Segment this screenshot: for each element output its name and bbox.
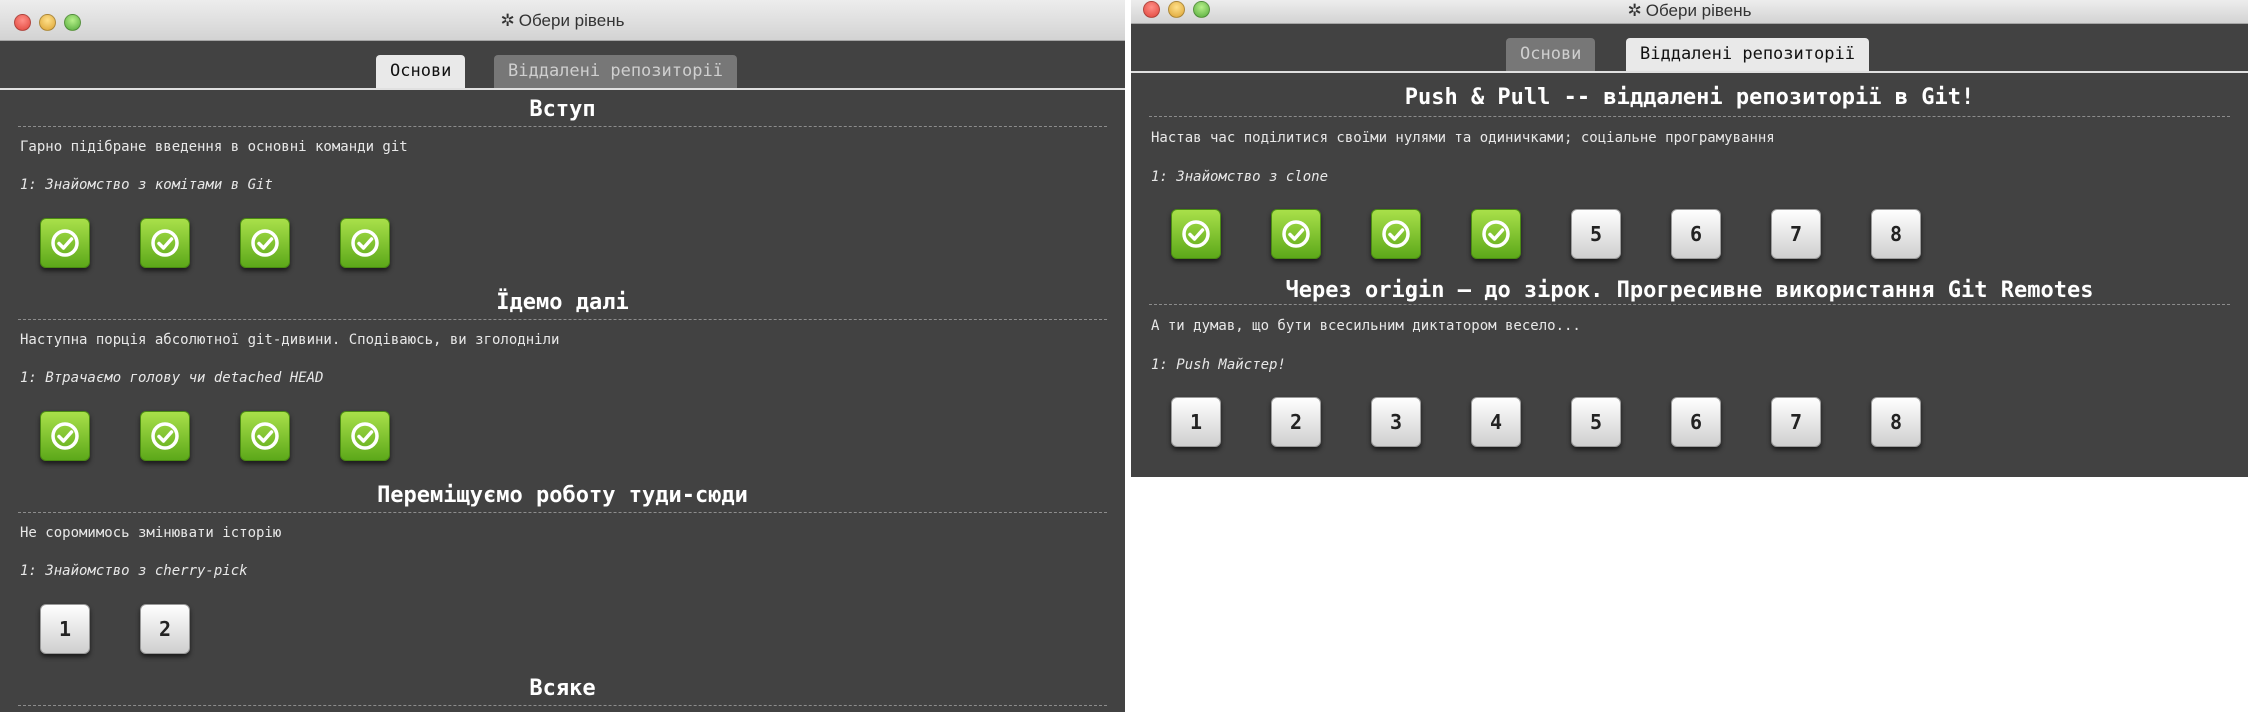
checkmark-icon (51, 422, 79, 450)
section-title: Через origin – до зірок. Прогресивне вик… (1149, 273, 2230, 305)
level-button-1[interactable] (40, 411, 90, 461)
checkmark-icon (1482, 220, 1510, 248)
level-button-8[interactable]: 8 (1871, 209, 1921, 259)
level-button-3[interactable] (240, 411, 290, 461)
level-button-4[interactable]: 4 (1471, 397, 1521, 447)
section-lesson-name: 1: Втрачаємо голову чи detached HEAD (20, 370, 324, 386)
level-button-6[interactable]: 6 (1671, 397, 1721, 447)
level-button-1[interactable]: 1 (40, 604, 90, 654)
level-button-3[interactable]: 3 (1371, 397, 1421, 447)
level-select-window-basics: ✲ Обери рівень Основи Віддалені репозитор… (0, 0, 1125, 712)
section-description: Не соромимось змінювати історію (20, 525, 282, 541)
tab-bar: Основи Віддалені репозиторії (1131, 24, 2248, 73)
checkmark-icon (51, 229, 79, 257)
sections-list: Push & Pull -- віддалені репозиторії в G… (1131, 73, 2248, 461)
checkmark-icon (251, 229, 279, 257)
titlebar[interactable]: ✲ Обери рівень (1131, 0, 2248, 24)
titlebar[interactable]: ✲ Обери рівень (0, 0, 1125, 41)
section-title: Всяке (18, 669, 1107, 706)
section-lesson-name: 1: Push Майстер! (1151, 357, 1286, 373)
section-description: Наступна порція абсолютної git-дивини. С… (20, 332, 560, 348)
tab-basics[interactable]: Основи (376, 55, 466, 88)
level-button-1[interactable]: 1 (1171, 397, 1221, 447)
level-buttons-row (18, 396, 1107, 476)
checkmark-icon (1182, 220, 1210, 248)
section-title: Їдемо далі (18, 283, 1107, 320)
section-description: А ти думав, що бути всесильним диктаторо… (1151, 318, 1581, 334)
level-button-2[interactable] (1271, 209, 1321, 259)
checkmark-icon (151, 422, 179, 450)
level-buttons-row (18, 203, 1107, 283)
checkmark-icon (251, 422, 279, 450)
section-title: Вступ (18, 90, 1107, 127)
section-lesson-name: 1: Знайомство з clone (1151, 169, 1329, 185)
level-button-3[interactable] (1371, 209, 1421, 259)
checkmark-icon (151, 229, 179, 257)
level-select-window-remote: ✲ Обери рівень Основи Віддалені репозитор… (1131, 0, 2248, 477)
level-button-8[interactable]: 8 (1871, 397, 1921, 447)
tab-basics[interactable]: Основи (1506, 38, 1596, 71)
level-button-1[interactable] (1171, 209, 1221, 259)
tab-remote[interactable]: Віддалені репозиторії (1626, 38, 1869, 71)
window-title: ✲ Обери рівень (500, 11, 625, 30)
level-button-7[interactable]: 7 (1771, 209, 1821, 259)
level-button-5[interactable]: 5 (1571, 397, 1621, 447)
level-button-1[interactable] (40, 218, 90, 268)
section-description: Гарно підібране введення в основні коман… (20, 139, 408, 155)
section-description: Настав час поділитися своїми нулями та о… (1151, 130, 1775, 146)
sections-list: Вступ Гарно підібране введення в основні … (0, 90, 1125, 706)
checkmark-icon (1382, 220, 1410, 248)
level-buttons-row: 5678 (1149, 195, 2230, 273)
level-button-2[interactable] (140, 218, 190, 268)
level-button-2[interactable] (140, 411, 190, 461)
level-button-2[interactable]: 2 (140, 604, 190, 654)
tab-remote[interactable]: Віддалені репозиторії (494, 55, 737, 88)
level-button-4[interactable] (1471, 209, 1521, 259)
gear-icon: ✲ (1627, 1, 1642, 20)
checkmark-icon (351, 229, 379, 257)
section-lesson-name: 1: Знайомство з cherry-pick (20, 563, 248, 579)
section-title: Push & Pull -- віддалені репозиторії в G… (1149, 73, 2230, 117)
level-button-6[interactable]: 6 (1671, 209, 1721, 259)
checkmark-icon (351, 422, 379, 450)
level-buttons-row: 12 (18, 589, 1107, 669)
level-button-4[interactable] (340, 411, 390, 461)
gear-icon: ✲ (500, 11, 515, 30)
checkmark-icon (1282, 220, 1310, 248)
level-button-3[interactable] (240, 218, 290, 268)
level-button-5[interactable]: 5 (1571, 209, 1621, 259)
level-button-7[interactable]: 7 (1771, 397, 1821, 447)
section-title: Переміщуємо роботу туди-сюди (18, 476, 1107, 513)
level-buttons-row: 12345678 (1149, 383, 2230, 461)
level-button-2[interactable]: 2 (1271, 397, 1321, 447)
tab-bar: Основи Віддалені репозиторії (0, 41, 1125, 90)
window-title: ✲ Обери рівень (1627, 1, 1752, 20)
level-button-4[interactable] (340, 218, 390, 268)
section-lesson-name: 1: Знайомство з комітами в Git (20, 177, 273, 193)
